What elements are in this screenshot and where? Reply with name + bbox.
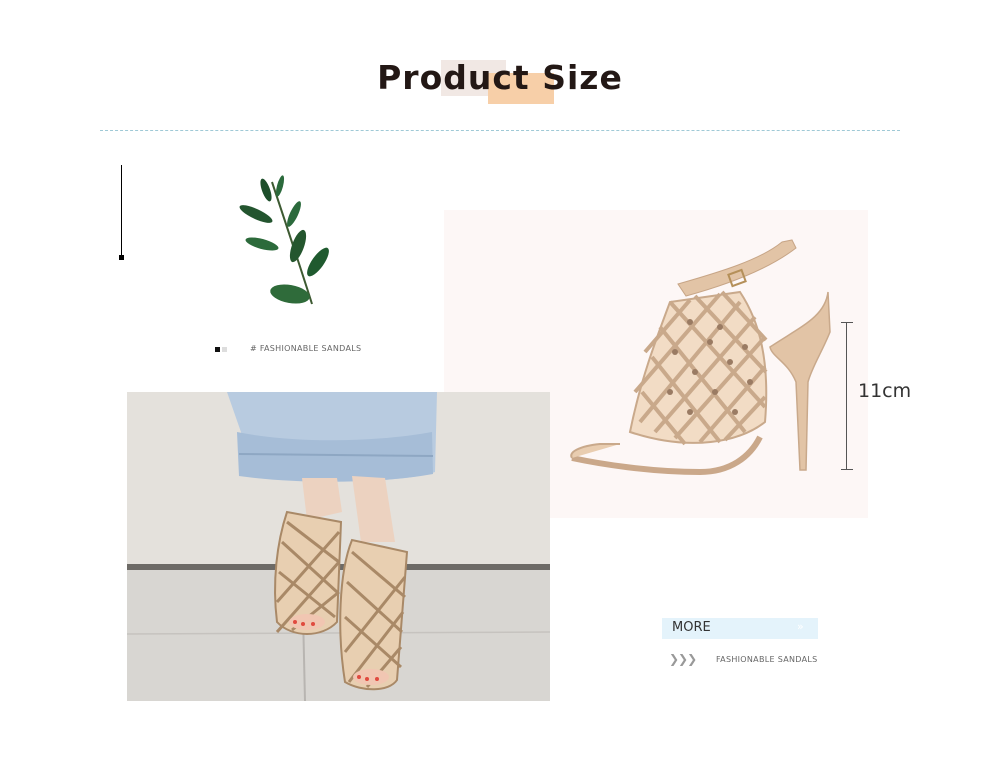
vertical-line-dot	[119, 255, 124, 260]
measure-tick-top	[841, 322, 853, 323]
tag-label: # FASHIONABLE SANDALS	[250, 344, 362, 353]
sandal-product-image	[570, 239, 831, 476]
page-title: Product Size	[377, 58, 623, 97]
measure-tick-bottom	[841, 469, 853, 470]
lifestyle-photo	[127, 392, 550, 701]
tag-square-light	[222, 347, 227, 352]
heel-height-label: 11cm	[858, 380, 912, 402]
leaf-illustration	[239, 175, 329, 305]
more-sub-label: FASHIONABLE SANDALS	[716, 655, 818, 664]
tag-square-dark	[215, 347, 220, 352]
more-label[interactable]: MORE	[672, 620, 711, 635]
chevrons-icon: ❯❯❯	[669, 652, 697, 666]
double-chevron-icon[interactable]: »	[797, 620, 804, 633]
divider	[100, 130, 900, 131]
vertical-line	[121, 165, 122, 257]
measure-line	[846, 322, 847, 470]
